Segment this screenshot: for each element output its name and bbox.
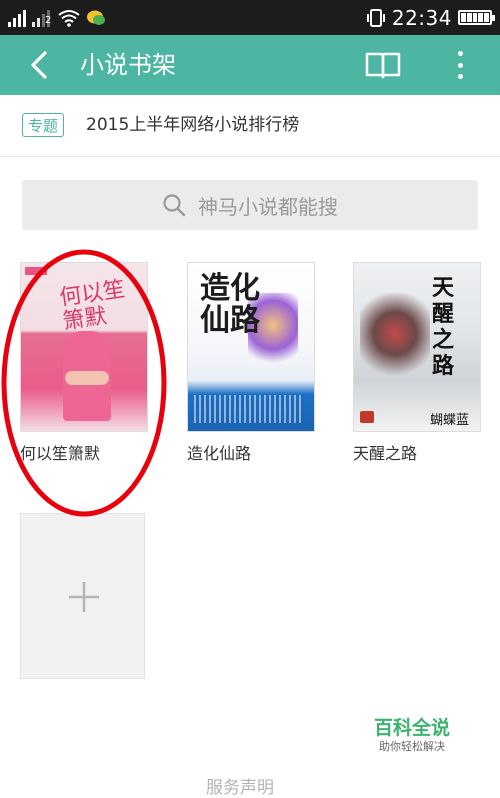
clock: 22:34 (391, 5, 452, 30)
book-cover[interactable]: 天醒之路 蝴蝶蓝 (353, 262, 481, 432)
signal-icon (8, 9, 26, 27)
cover-figure (360, 293, 430, 383)
cover-detail (65, 371, 109, 385)
status-bar: 2 22:34 (0, 0, 500, 35)
publisher-seal (360, 411, 374, 423)
cover-title: 造化仙路 (200, 271, 260, 338)
add-book-button[interactable] (20, 513, 145, 679)
watermark-subtitle: 助你轻松解决 (379, 740, 445, 753)
topic-badge: 专题 (22, 113, 65, 137)
page-title: 小说书架 (80, 51, 176, 79)
service-statement-link[interactable]: 服务声明 (206, 778, 274, 798)
publisher-logo (25, 267, 47, 275)
cover-blurb (194, 395, 304, 423)
topic-link-text[interactable]: 2015上半年网络小说排行榜 (86, 112, 299, 138)
book-cover[interactable]: 何以笙箫默 (20, 262, 148, 432)
plus-icon (69, 582, 99, 612)
cover-title: 天醒之路 (432, 275, 455, 379)
watermark: 百科全说 助你轻松解决 (368, 716, 456, 754)
wifi-icon (58, 10, 80, 27)
vibrate-icon (366, 8, 385, 27)
book-title[interactable]: 造化仙路 (187, 444, 315, 464)
search-icon (163, 194, 186, 217)
search-input[interactable]: 神马小说都能搜 (22, 180, 478, 230)
back-arrow-icon[interactable] (24, 49, 56, 81)
battery-icon (458, 10, 495, 25)
book-title[interactable]: 天醒之路 (353, 444, 481, 464)
book-item-1[interactable]: 何以笙箫默 何以笙箫默 (20, 262, 148, 464)
cover-title: 何以笙箫默 (57, 277, 127, 335)
signal-icon-2: 2 (32, 9, 52, 27)
status-right-icons: 22:34 (366, 5, 495, 30)
watermark-title: 百科全说 (373, 717, 450, 739)
more-vert-icon[interactable] (450, 47, 470, 83)
book-item-2[interactable]: 造化仙路 造化仙路 (187, 262, 315, 464)
chat-app-icon (87, 10, 105, 25)
sim-slot-label: 2 (45, 15, 52, 26)
cover-author: 蝴蝶蓝 (430, 413, 470, 428)
book-cover[interactable]: 造化仙路 (187, 262, 315, 432)
search-placeholder: 神马小说都能搜 (198, 194, 338, 219)
book-title[interactable]: 何以笙箫默 (20, 444, 148, 464)
status-left-icons: 2 (8, 7, 106, 27)
topic-banner[interactable]: 专题 2015上半年网络小说排行榜 (0, 95, 500, 157)
open-book-icon[interactable] (364, 49, 402, 81)
book-item-3[interactable]: 天醒之路 蝴蝶蓝 天醒之路 (353, 262, 481, 464)
app-toolbar: 小说书架 (0, 35, 500, 95)
